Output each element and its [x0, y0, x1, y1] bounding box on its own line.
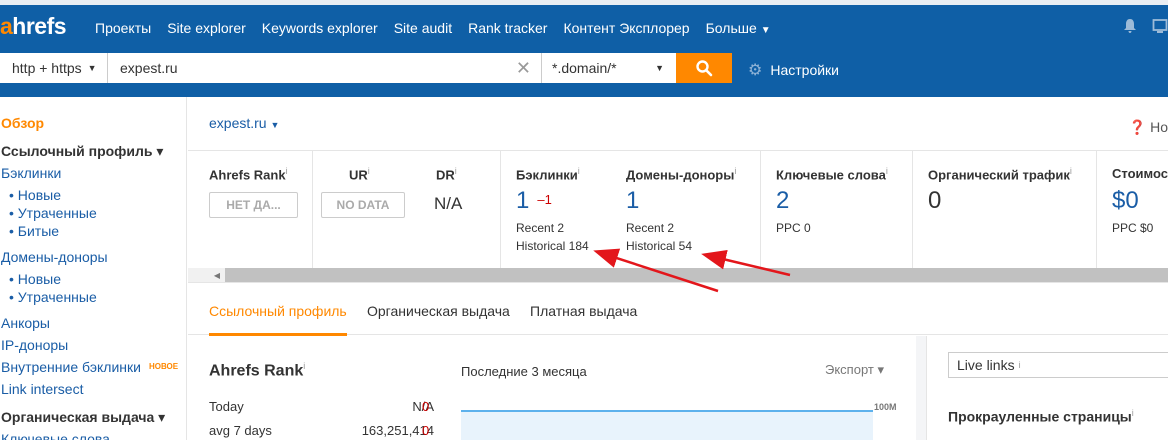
- info-icon[interactable]: i: [886, 166, 888, 176]
- chart-y-max-label: 100M: [874, 402, 897, 412]
- crawled-pages-title: Прокрауленные страницыi: [948, 408, 1134, 425]
- nav-content-explorer[interactable]: Контент Эксплорер: [563, 20, 689, 36]
- top-strip: [0, 0, 1168, 5]
- target-domain-select[interactable]: expest.ru ▼: [209, 115, 279, 131]
- tab-link-profile[interactable]: Ссылочный профиль: [209, 303, 347, 319]
- scroll-left-icon[interactable]: ◀: [209, 268, 225, 282]
- sidebar: Обзор Ссылочный профиль ▾ Бэклинки • Нов…: [0, 97, 187, 440]
- info-icon[interactable]: i: [368, 166, 370, 176]
- ahrefs-rank-row: Today N/A 0: [209, 399, 434, 414]
- metric-ref-domains: Домены-донорыi 1 Recent 2 Historical 54: [611, 151, 761, 268]
- ur-value: NO DATA: [321, 192, 405, 218]
- sidebar-item-ref-new[interactable]: • Новые: [9, 271, 61, 287]
- organic-traffic-value: 0: [928, 187, 942, 214]
- rank-chart: [461, 410, 873, 440]
- ahrefs-rank-row: avg 7 days 163,251,414 0: [209, 423, 434, 438]
- chevron-down-icon: ▼: [87, 63, 97, 73]
- metric-cost: Стоимос $0 PPC $0: [1112, 166, 1168, 235]
- sidebar-section-organic[interactable]: Органическая выдача ▾: [1, 409, 165, 426]
- protocol-select[interactable]: http + https ▼: [0, 53, 108, 83]
- bell-icon[interactable]: [1122, 18, 1138, 39]
- mode-select[interactable]: *.domain/* ▼: [542, 53, 676, 83]
- right-panel: Live links i Прокрауленные страницыi: [926, 336, 1168, 440]
- lower-area: Ahrefs Ranki Today N/A 0 avg 7 days 163,…: [188, 336, 1168, 440]
- nav-site-audit[interactable]: Site audit: [394, 20, 452, 36]
- help-link[interactable]: ❓ Но: [1129, 119, 1168, 136]
- info-icon[interactable]: i: [734, 166, 736, 176]
- live-links-select[interactable]: Live links i: [948, 352, 1168, 378]
- sidebar-item-internal[interactable]: Внутренние бэклинки НОВОЕ: [1, 359, 178, 375]
- backlinks-delta: –1: [537, 192, 552, 207]
- tab-organic[interactable]: Органическая выдача: [367, 303, 510, 319]
- close-icon[interactable]: ✕: [516, 58, 531, 79]
- export-button[interactable]: Экспорт ▾: [825, 362, 884, 378]
- info-icon[interactable]: i: [455, 166, 457, 176]
- ref-domains-value[interactable]: 1: [626, 187, 639, 215]
- metrics-row: Ahrefs Ranki НЕТ ДА... URi NO DATA DRi N…: [188, 150, 1168, 268]
- info-icon[interactable]: i: [303, 361, 305, 371]
- help-icon: ❓: [1128, 119, 1147, 135]
- ahrefs-rank-value: НЕТ ДА...: [209, 192, 298, 218]
- gear-icon: ⚙: [748, 62, 763, 79]
- chevron-down-icon: ▼: [760, 25, 771, 36]
- top-icons: [1122, 18, 1168, 39]
- info-icon[interactable]: i: [578, 166, 580, 176]
- sidebar-item-backlinks-new[interactable]: • Новые: [9, 187, 61, 203]
- chevron-down-icon: ▼: [270, 120, 280, 130]
- backlinks-historical: Historical 184: [516, 239, 589, 253]
- info-icon[interactable]: i: [1132, 408, 1134, 418]
- nav-keywords-explorer[interactable]: Keywords explorer: [262, 20, 378, 36]
- ahrefs-logo[interactable]: ahrefs: [0, 13, 67, 40]
- nav-projects[interactable]: Проекты: [95, 20, 151, 36]
- section-tabs: Ссылочный профиль Органическая выдача Пл…: [188, 282, 1168, 336]
- chevron-down-icon: ▼: [655, 63, 664, 73]
- metric-ur: URi NO DATA: [313, 151, 423, 268]
- main-content: expest.ru ▼ ❓ Но Ahrefs Ranki НЕТ ДА... …: [188, 97, 1168, 440]
- main-nav: Проекты Site explorer Keywords explorer …: [95, 20, 771, 36]
- info-icon[interactable]: i: [286, 166, 288, 176]
- sidebar-item-overview[interactable]: Обзор: [1, 115, 44, 131]
- keywords-ppc: PPC 0: [776, 221, 811, 235]
- nav-more[interactable]: Больше ▼: [706, 20, 771, 36]
- nav-rank-tracker[interactable]: Rank tracker: [468, 20, 547, 36]
- sidebar-item-backlinks[interactable]: Бэклинки: [1, 165, 61, 181]
- sidebar-item-backlinks-broken[interactable]: • Битые: [9, 223, 59, 239]
- tab-paid[interactable]: Платная выдача: [530, 303, 637, 319]
- ref-domains-recent: Recent 2: [626, 221, 675, 235]
- keywords-value[interactable]: 2: [776, 187, 789, 215]
- search-icon: [696, 60, 713, 77]
- dr-value: N/A: [434, 194, 463, 213]
- sidebar-item-ip[interactable]: IP-доноры: [1, 337, 68, 353]
- info-icon[interactable]: i: [1019, 360, 1021, 370]
- horizontal-scrollbar[interactable]: ◀: [209, 268, 1168, 282]
- backlinks-recent: Recent 2: [516, 221, 565, 235]
- metric-dr: DRi N/A: [423, 151, 501, 268]
- sidebar-item-anchors[interactable]: Анкоры: [1, 315, 50, 331]
- cost-value: $0: [1112, 187, 1139, 214]
- sidebar-item-ref-lost[interactable]: • Утраченные: [9, 289, 97, 305]
- search-row: http + https ▼ expest.ru ✕ *.domain/* ▼: [0, 53, 732, 83]
- metric-organic-traffic: Органический трафикi 0: [913, 151, 1097, 268]
- sidebar-item-ref-domains[interactable]: Домены-доноры: [1, 249, 108, 265]
- ahrefs-rank-panel: Ahrefs Ranki Today N/A 0 avg 7 days 163,…: [188, 336, 916, 440]
- cost-ppc: PPC $0: [1112, 221, 1154, 235]
- nav-site-explorer[interactable]: Site explorer: [167, 20, 246, 36]
- backlinks-value[interactable]: 1 –1: [516, 187, 552, 215]
- domain-input[interactable]: expest.ru ✕: [108, 53, 542, 83]
- sidebar-section-link-profile[interactable]: Ссылочный профиль ▾: [1, 143, 163, 160]
- new-badge: НОВОЕ: [148, 362, 179, 371]
- metric-backlinks: Бэклинкиi 1 –1 Recent 2 Historical 184: [516, 166, 589, 253]
- period-label[interactable]: Последние 3 месяца: [461, 364, 587, 379]
- sidebar-item-backlinks-lost[interactable]: • Утраченные: [9, 205, 97, 221]
- info-icon[interactable]: i: [1070, 166, 1072, 176]
- metric-ahrefs-rank: Ahrefs Ranki НЕТ ДА...: [188, 151, 313, 268]
- sidebar-item-keywords[interactable]: Ключевые слова: [1, 431, 110, 440]
- monitor-icon[interactable]: [1152, 18, 1168, 39]
- settings-button[interactable]: ⚙ Настройки: [748, 60, 839, 80]
- ahrefs-rank-title: Ahrefs Ranki: [209, 361, 306, 380]
- ref-domains-historical: Historical 54: [626, 239, 693, 253]
- sidebar-item-intersect[interactable]: Link intersect: [1, 381, 83, 397]
- metric-keywords: Ключевые словаi 2 PPC 0: [761, 151, 913, 268]
- search-button[interactable]: [676, 53, 732, 83]
